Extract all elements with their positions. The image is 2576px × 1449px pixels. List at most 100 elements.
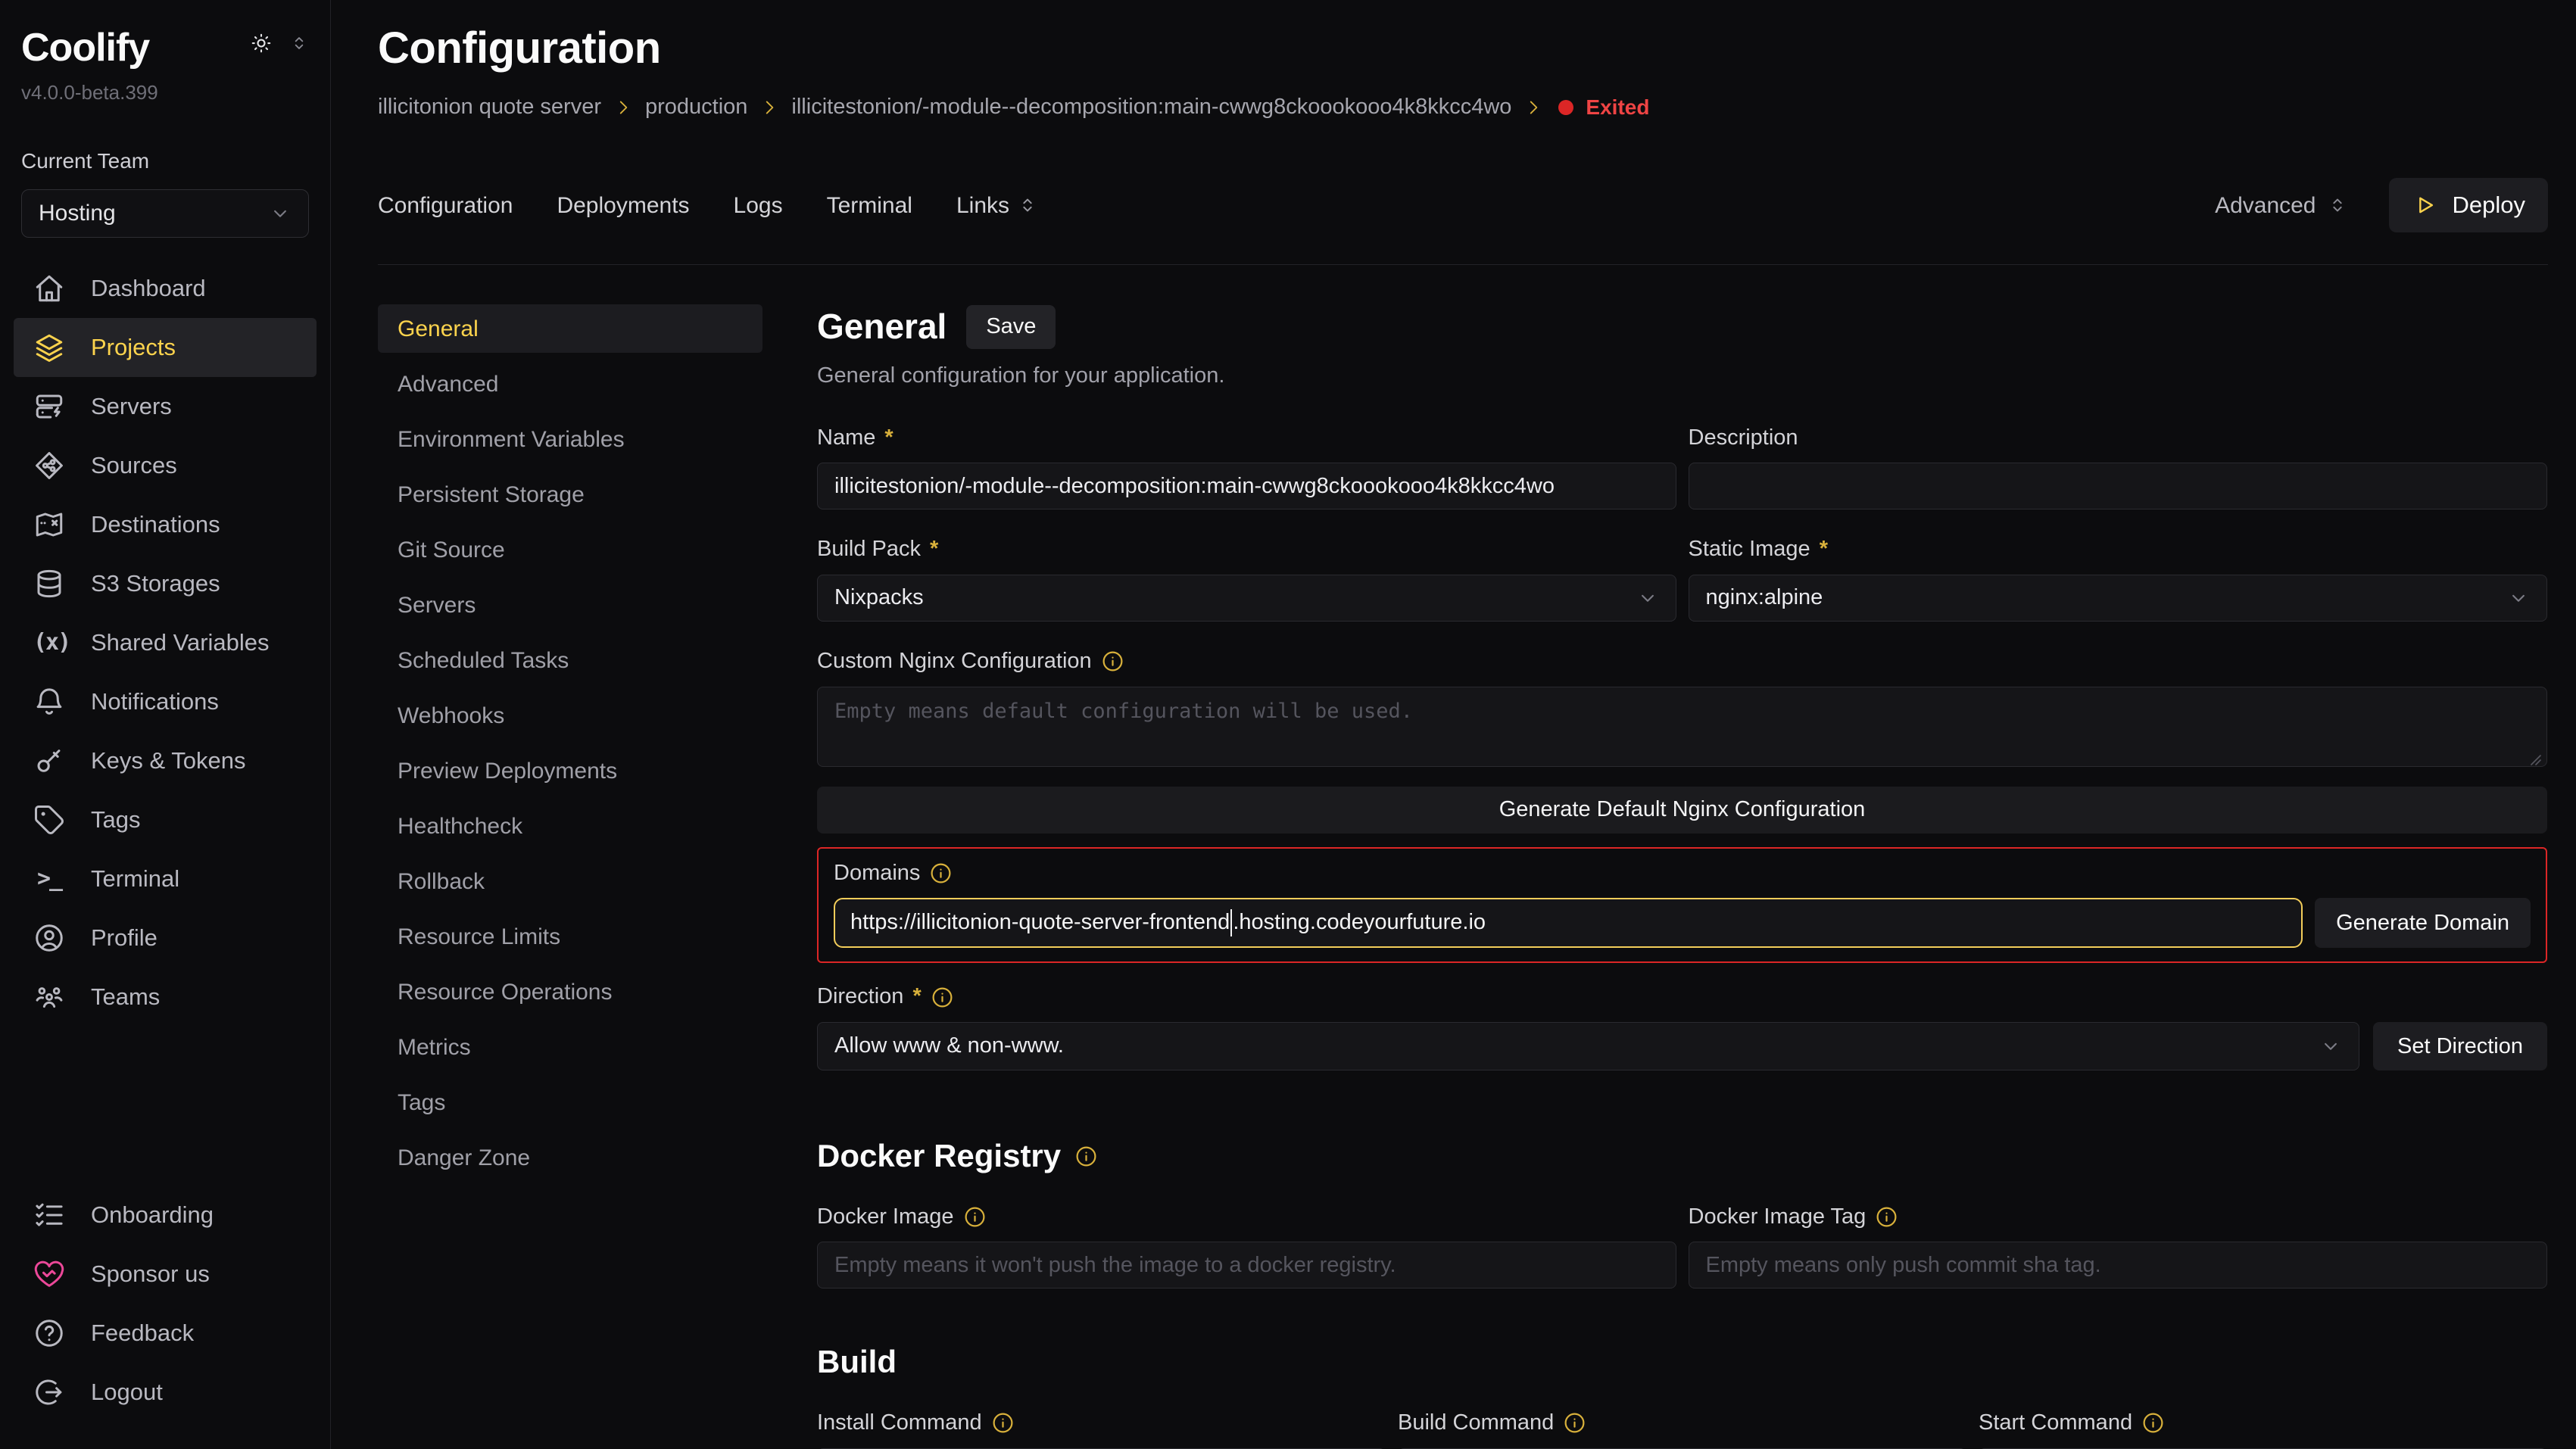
terminal-prompt-icon: >_ [33,864,65,893]
set-direction-button[interactable]: Set Direction [2373,1022,2547,1070]
general-form: General Save General configuration for y… [817,304,2547,1449]
section-description: General configuration for your applicati… [817,362,2547,391]
info-icon[interactable] [991,1411,1015,1435]
sidebar-item-s3-storages[interactable]: S3 Storages [14,554,317,613]
subnav-item-preview-deployments[interactable]: Preview Deployments [378,746,763,795]
tag-icon [33,804,65,836]
advanced-toggle[interactable]: Advanced [2215,191,2347,220]
breadcrumb-environment[interactable]: production [645,93,747,122]
subnav-item-servers[interactable]: Servers [378,581,763,629]
sidebar-item-logout[interactable]: Logout [14,1363,317,1422]
sidebar-item-profile[interactable]: Profile [14,908,317,968]
chevron-right-icon [759,98,779,117]
subnav-item-git-source[interactable]: Git Source [378,525,763,574]
breadcrumb: illicitonion quote server production ill… [378,93,2548,122]
domains-section: Domains https://illicitonion-quote-serve… [817,847,2547,964]
subnav-item-rollback[interactable]: Rollback [378,857,763,905]
tab-logs[interactable]: Logs [734,191,783,220]
subnav-item-environment-variables[interactable]: Environment Variables [378,415,763,463]
info-icon[interactable] [1563,1411,1586,1435]
build-pack-select[interactable]: Nixpacks [817,575,1676,622]
docker-image-tag-input[interactable] [1689,1242,2548,1289]
status-badge: Exited [1586,94,1649,121]
info-icon[interactable] [929,862,953,885]
breadcrumb-application[interactable]: illicitestonion/-module--decomposition:m… [791,93,1511,122]
breadcrumb-project[interactable]: illicitonion quote server [378,93,601,122]
static-image-select[interactable]: nginx:alpine [1689,575,2548,622]
git-diamond-icon [33,450,65,481]
checklist-icon [33,1199,65,1231]
config-subnav: General Advanced Environment Variables P… [378,304,763,1449]
subnav-item-danger-zone[interactable]: Danger Zone [378,1133,763,1182]
heart-handshake-icon [33,1258,65,1290]
docker-image-tag-label: Docker Image Tag [1689,1203,2548,1232]
subnav-item-scheduled-tasks[interactable]: Scheduled Tasks [378,636,763,684]
subnav-item-resource-operations[interactable]: Resource Operations [378,968,763,1016]
info-icon[interactable] [931,986,954,1009]
sidebar-nav: Dashboard Projects Servers Sources Desti… [14,259,317,1027]
subnav-item-metrics[interactable]: Metrics [378,1023,763,1071]
sidebar-item-sources[interactable]: Sources [14,436,317,495]
install-command-label: Install Command [817,1409,1386,1438]
resize-grip-icon[interactable] [2529,753,2543,767]
name-input[interactable] [817,463,1676,509]
info-icon[interactable] [1074,1145,1098,1168]
app-version: v4.0.0-beta.399 [21,80,317,106]
domains-input[interactable]: https://illicitonion-quote-server-fronte… [834,898,2303,948]
main-content: Configuration illicitonion quote server … [331,0,2576,1449]
subnav-item-advanced[interactable]: Advanced [378,360,763,408]
users-icon [33,981,65,1013]
subnav-item-webhooks[interactable]: Webhooks [378,691,763,740]
tab-links[interactable]: Links [956,191,1038,220]
nginx-config-label: Custom Nginx Configuration [817,647,2547,676]
theme-toggle-sun-icon[interactable] [250,32,273,55]
subnav-item-tags[interactable]: Tags [378,1078,763,1126]
generate-domain-button[interactable]: Generate Domain [2315,898,2531,948]
sidebar-item-dashboard[interactable]: Dashboard [14,259,317,318]
sidebar-item-notifications[interactable]: Notifications [14,672,317,731]
sidebar-item-shared-variables[interactable]: (x) Shared Variables [14,613,317,672]
bell-icon [33,686,65,718]
subnav-item-general[interactable]: General [378,304,763,353]
sidebar-item-keys-tokens[interactable]: Keys & Tokens [14,731,317,790]
brand-row: Coolify [14,23,317,74]
docker-image-input[interactable] [817,1242,1676,1289]
tab-deployments[interactable]: Deployments [557,191,689,220]
subnav-item-resource-limits[interactable]: Resource Limits [378,912,763,961]
sidebar-item-servers[interactable]: Servers [14,377,317,436]
tab-configuration[interactable]: Configuration [378,191,513,220]
chevron-down-icon [269,202,292,225]
info-icon[interactable] [963,1205,987,1229]
info-icon[interactable] [1875,1205,1898,1229]
sidebar-item-onboarding[interactable]: Onboarding [14,1186,317,1245]
sidebar-item-teams[interactable]: Teams [14,968,317,1027]
team-select[interactable]: Hosting [21,189,309,238]
domains-label: Domains [834,859,2531,888]
generate-nginx-button[interactable]: Generate Default Nginx Configuration [817,787,2547,834]
chevron-down-icon [2507,587,2530,609]
subnav-item-healthcheck[interactable]: Healthcheck [378,802,763,850]
play-icon [2412,192,2437,218]
subnav-item-persistent-storage[interactable]: Persistent Storage [378,470,763,519]
tab-terminal[interactable]: Terminal [827,191,912,220]
map-icon [33,509,65,541]
sidebar-item-feedback[interactable]: Feedback [14,1304,317,1363]
info-icon[interactable] [2141,1411,2165,1435]
description-input[interactable] [1689,463,2548,509]
sidebar-item-sponsor[interactable]: Sponsor us [14,1245,317,1304]
database-icon [33,568,65,600]
direction-select[interactable]: Allow www & non-www. [817,1022,2359,1070]
deploy-button[interactable]: Deploy [2389,178,2549,232]
sidebar-item-terminal[interactable]: >_ Terminal [14,849,317,908]
sidebar-footer: Onboarding Sponsor us Feedback Logout [14,1186,317,1422]
instance-switcher-chevrons-icon[interactable] [289,33,309,53]
save-button[interactable]: Save [966,305,1056,349]
start-command-label: Start Command [1979,1409,2547,1438]
sidebar-item-projects[interactable]: Projects [14,318,317,377]
sidebar-item-destinations[interactable]: Destinations [14,495,317,554]
chevron-right-icon [1523,98,1543,117]
current-team-label: Current Team [21,148,317,175]
sidebar-item-tags[interactable]: Tags [14,790,317,849]
nginx-config-textarea[interactable] [817,687,2547,767]
info-icon[interactable] [1101,650,1124,673]
